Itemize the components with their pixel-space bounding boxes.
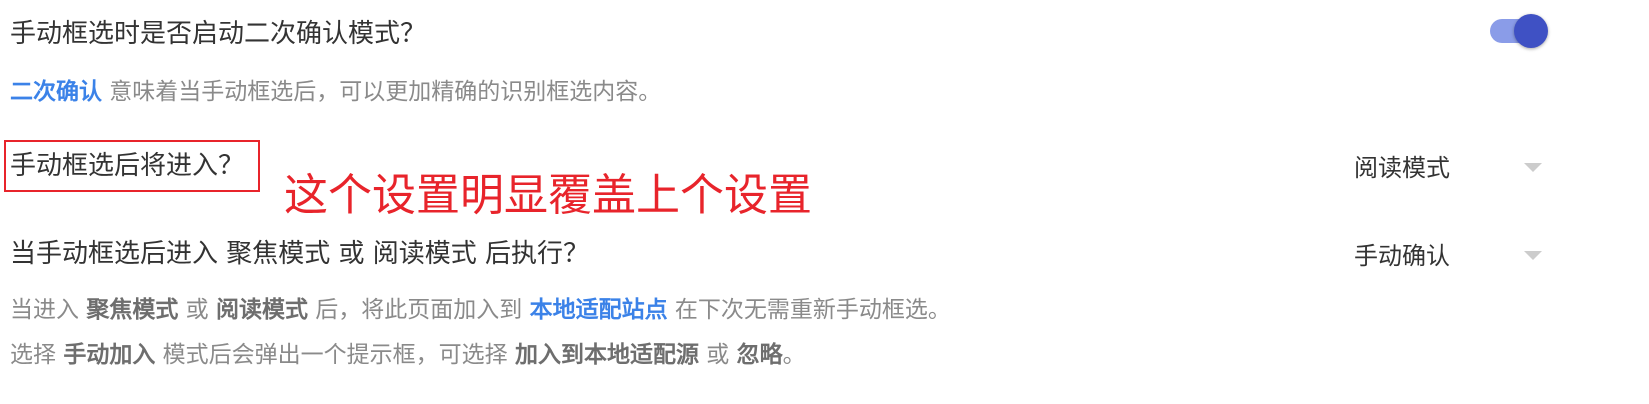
hint-highlight: 二次确认: [10, 79, 102, 105]
hint-bold: 忽略: [736, 342, 783, 368]
annotation-text: 这个设置明显覆盖上个设置: [284, 170, 812, 221]
hint-text: 模式后会弹出一个提示框，可选择: [155, 342, 515, 368]
hint-text: 意味着当手动框选后，可以更加精确的识别框选内容。: [102, 79, 662, 105]
dropdown-value: 阅读模式: [1354, 154, 1450, 182]
hint-bold: 手动加入: [63, 342, 156, 368]
chevron-down-icon: [1524, 163, 1542, 172]
after-select-mode-dropdown[interactable]: 阅读模式: [1354, 148, 1544, 188]
hint-text: 在下次无需重新手动框选。: [667, 297, 951, 323]
chevron-down-icon: [1524, 251, 1542, 260]
hint-text: 后，将此页面加入到: [307, 297, 530, 323]
hint-text: 当进入: [10, 297, 87, 323]
annotation-highlight-box: [4, 140, 260, 192]
second-confirm-toggle[interactable]: [1490, 14, 1550, 48]
hint-bold: 聚焦模式: [86, 297, 179, 323]
hint-bold: 加入到本地适配源: [514, 342, 699, 368]
dropdown-value: 手动确认: [1354, 242, 1450, 270]
second-confirm-hint: 二次确认 意味着当手动框选后，可以更加精确的识别框选内容。: [10, 76, 661, 108]
hint-text: 或: [178, 297, 216, 323]
hint-text: 或: [698, 342, 737, 368]
hint-text: 选择: [10, 342, 64, 368]
second-confirm-label: 手动框选时是否启动二次确认模式？: [10, 19, 427, 49]
toggle-knob: [1514, 14, 1548, 48]
hint-highlight: 本地适配站点: [529, 297, 668, 323]
hint-bold: 阅读模式: [215, 297, 308, 323]
after-mode-action-label: 当手动框选后进入 聚焦模式 或 阅读模式 后执行？: [10, 239, 590, 269]
after-mode-action-dropdown[interactable]: 手动确认: [1354, 236, 1544, 276]
hint-text: 。: [782, 342, 806, 368]
after-mode-action-hint-2: 选择 手动加入 模式后会弹出一个提示框，可选择 加入到本地适配源 或 忽略。: [10, 339, 806, 371]
after-mode-action-hint-1: 当进入 聚焦模式 或 阅读模式 后，将此页面加入到 本地适配站点 在下次无需重新…: [10, 294, 951, 326]
